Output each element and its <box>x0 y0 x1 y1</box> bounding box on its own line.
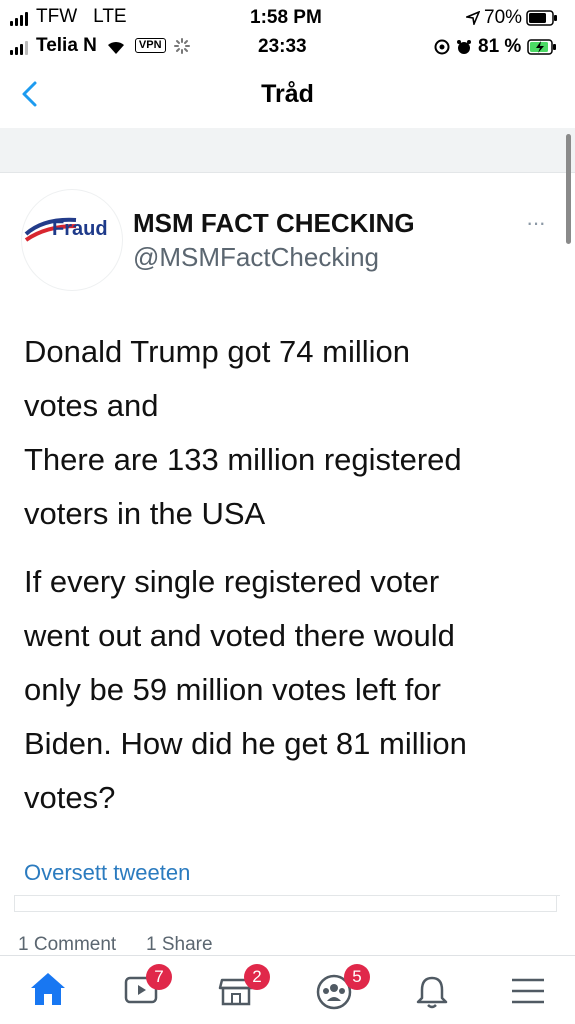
page-title: Tråd <box>261 80 314 108</box>
inner-clock: 23:33 <box>258 36 307 57</box>
groups-badge: 5 <box>344 964 370 990</box>
inner-status-bar: Telia N VPN 23:33 81 % <box>0 30 575 60</box>
user-handle[interactable]: @MSMFactChecking <box>133 242 379 273</box>
tweet-line: Biden. How did he get 81 million <box>24 726 467 761</box>
card-edge-right <box>556 896 557 912</box>
marketplace-tab[interactable]: 2 <box>218 964 270 1010</box>
shares-count[interactable]: 1 Share <box>146 934 213 956</box>
watch-badge: 7 <box>146 964 172 990</box>
home-icon[interactable] <box>28 970 68 1008</box>
at-sign-icon <box>434 39 450 55</box>
groups-tab[interactable]: 5 <box>314 964 370 1010</box>
divider <box>14 895 560 896</box>
translate-tweet-link[interactable]: Oversett tweeten <box>24 860 190 886</box>
outer-clock: 1:58 PM <box>250 7 322 28</box>
card-edge-left <box>14 896 15 912</box>
tweet-line: There are 133 million registered <box>24 442 462 477</box>
comments-count[interactable]: 1 Comment <box>18 934 116 956</box>
wifi-icon <box>107 41 124 54</box>
tweet-line: went out and voted there would <box>24 618 455 653</box>
inner-battery-percent: 81 % <box>478 36 522 57</box>
inner-carrier-label: Telia N <box>36 35 97 56</box>
outer-battery-percent: 70% <box>484 7 523 28</box>
signal-icon <box>10 41 28 55</box>
more-options-icon[interactable]: ··· <box>526 210 546 236</box>
thread-separator <box>0 128 575 173</box>
tweet-line: only be 59 million votes left for <box>24 672 441 707</box>
menu-hamburger-icon[interactable] <box>510 976 546 1006</box>
network-label: LTE <box>93 6 127 27</box>
avatar[interactable]: Fraud <box>22 190 122 290</box>
marketplace-badge: 2 <box>244 964 270 990</box>
scroll-indicator <box>566 134 571 244</box>
tweet-line: If every single registered voter <box>24 564 440 599</box>
outer-status-bar: TFW LTE 1:58 PM 70% <box>0 0 575 30</box>
signal-icon <box>10 12 28 26</box>
display-name[interactable]: MSM FACT CHECKING <box>133 208 415 239</box>
charging-battery-icon <box>527 39 557 55</box>
tweet-line: voters in the USA <box>24 496 266 531</box>
tweet-line: votes? <box>24 780 116 815</box>
alarm-icon <box>457 40 471 54</box>
tweet-text: Donald Trump got 74 million votes and Th… <box>24 325 564 825</box>
loading-spinner-icon <box>173 38 190 54</box>
carrier-label: TFW <box>36 6 78 27</box>
tweet-line: votes and <box>24 388 159 423</box>
bottom-tab-bar: 7 2 5 <box>0 956 575 1024</box>
avatar-logo-text: Fraud <box>52 218 108 240</box>
location-arrow-icon <box>466 11 480 25</box>
tweet-line: Donald Trump got 74 million <box>24 334 410 369</box>
battery-icon <box>526 10 558 26</box>
divider <box>14 911 557 912</box>
watch-tab[interactable]: 7 <box>124 964 172 1010</box>
notifications-bell-icon[interactable] <box>414 974 450 1010</box>
vpn-badge: VPN <box>134 38 166 53</box>
navigation-bar: Tråd <box>0 60 575 129</box>
